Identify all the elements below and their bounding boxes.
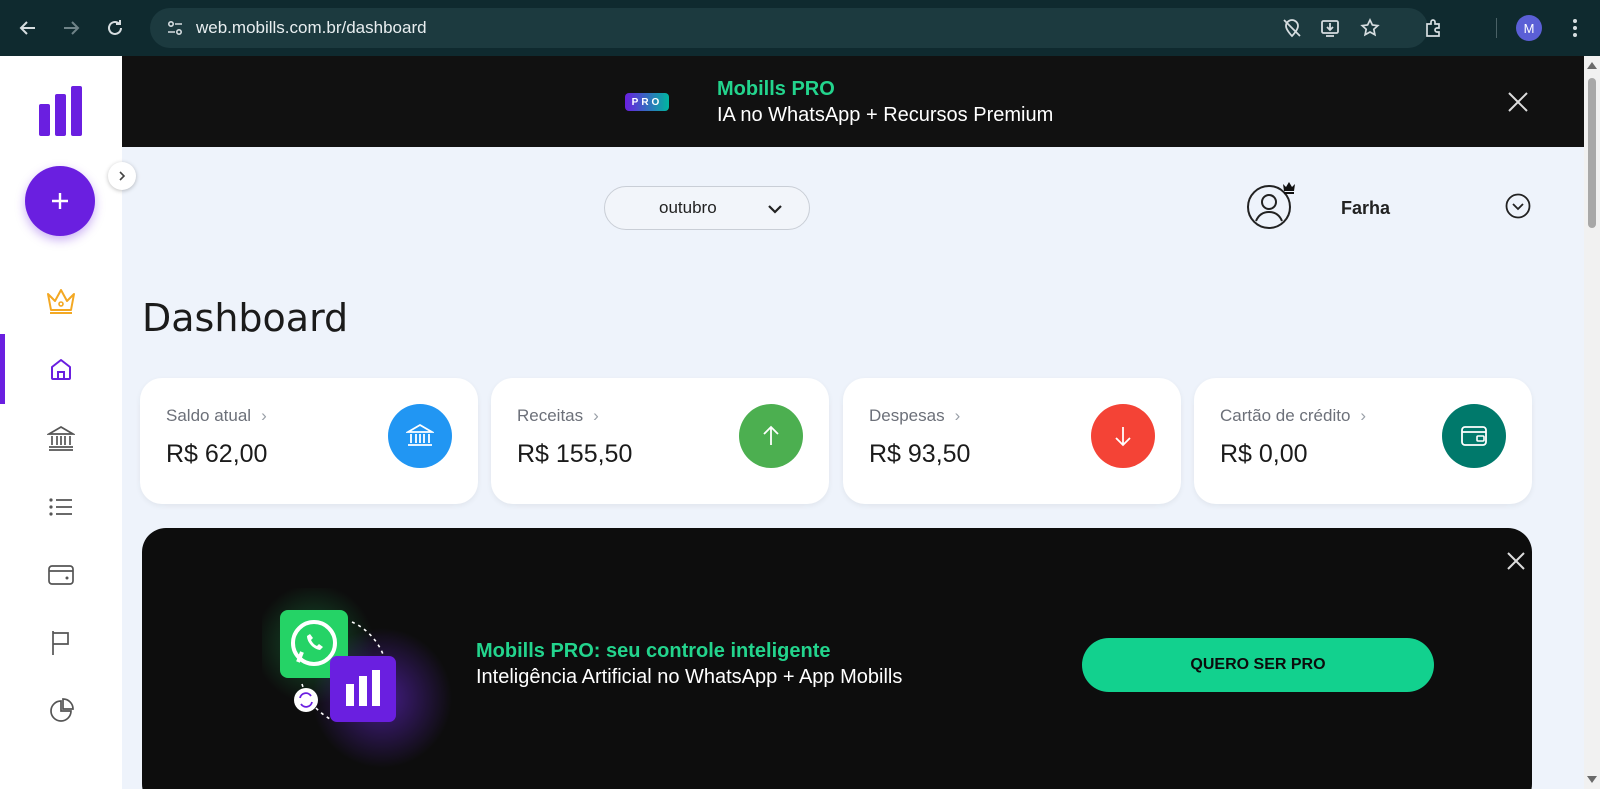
user-name[interactable]: Farha [1341,198,1390,219]
browser-toolbar: web.mobills.com.br/dashboard M [0,0,1600,56]
sidebar-item-home[interactable] [0,344,122,394]
chevron-right-icon: › [954,406,961,425]
reload-icon[interactable] [104,17,126,39]
page-title: Dashboard [142,296,349,340]
bookmark-star-icon[interactable] [1357,15,1383,41]
close-icon[interactable] [1506,90,1530,114]
promo-title: Mobills PRO [717,78,835,100]
pro-banner: Mobills PRO: seu controle inteligente In… [142,528,1532,789]
scroll-up-arrow-icon[interactable] [1587,62,1597,69]
chevron-right-icon: › [1360,406,1367,425]
sidebar-item-cards[interactable] [0,550,122,600]
scroll-down-arrow-icon[interactable] [1587,776,1597,783]
whatsapp-mobills-illustration [254,584,462,768]
month-value: outubro [659,198,717,217]
chevron-down-icon [768,205,782,214]
extensions-icon[interactable] [1420,15,1446,41]
user-menu-button[interactable] [1505,193,1531,219]
promo-subtitle: IA no WhatsApp + Recursos Premium [717,104,1054,126]
page-scrollbar[interactable] [1584,56,1600,789]
main-content: PRO Mobills PRO IA no WhatsApp + Recurso… [122,56,1584,789]
sidebar-item-goals[interactable] [0,618,122,668]
bank-icon [47,426,75,451]
pie-chart-icon [50,698,74,722]
expand-sidebar-button[interactable] [108,162,136,190]
chevron-right-icon: › [593,406,599,425]
chevron-down-circle-icon [1505,193,1531,219]
card-icon [48,565,74,585]
become-pro-button[interactable]: QUERO SER PRO [1082,638,1434,692]
banner-subtitle: Inteligência Artificial no WhatsApp + Ap… [476,666,903,688]
profile-avatar[interactable]: M [1516,15,1542,41]
card-amount: R$ 155,50 [517,440,633,468]
add-transaction-button[interactable] [25,166,95,236]
tracking-off-icon[interactable] [1279,15,1305,41]
url-text[interactable]: web.mobills.com.br/dashboard [196,18,427,38]
site-info-icon[interactable] [164,17,186,39]
card-amount: R$ 0,00 [1220,440,1308,468]
pro-badge: PRO [625,93,669,111]
list-icon [49,498,72,516]
sidebar-item-transactions[interactable] [0,482,122,532]
mobills-logo[interactable] [38,86,84,136]
sidebar-item-accounts[interactable] [0,413,122,463]
banner-title: Mobills PRO: seu controle inteligente [476,640,831,662]
back-icon[interactable] [17,17,39,39]
bank-icon [388,404,452,468]
pro-crown-icon [1282,180,1296,194]
menu-kebab-icon[interactable] [1562,15,1588,41]
card-label[interactable]: Despesas › [869,406,960,426]
card-label[interactable]: Receitas › [517,406,599,426]
toolbar-separator [1496,18,1497,38]
credit-card-card[interactable]: Cartão de crédito › R$ 0,00 [1194,378,1532,504]
sidebar-item-reports[interactable] [0,686,122,736]
address-bar[interactable]: web.mobills.com.br/dashboard [150,8,1428,48]
expenses-card[interactable]: Despesas › R$ 93,50 [843,378,1181,504]
install-app-icon[interactable] [1317,15,1343,41]
arrow-down-icon [1091,404,1155,468]
pro-promo-bar[interactable]: PRO Mobills PRO IA no WhatsApp + Recurso… [122,56,1584,147]
card-amount: R$ 62,00 [166,440,268,468]
sidebar-item-pro[interactable] [0,276,122,326]
income-card[interactable]: Receitas › R$ 155,50 [491,378,829,504]
close-icon[interactable] [1505,550,1527,572]
crown-icon [47,289,75,314]
sidebar [0,56,136,789]
scroll-thumb[interactable] [1588,78,1596,228]
balance-card[interactable]: Saldo atual › R$ 62,00 [140,378,478,504]
card-amount: R$ 93,50 [869,440,971,468]
card-label[interactable]: Saldo atual › [166,406,267,426]
chevron-right-icon [119,171,126,181]
chevron-right-icon: › [261,406,267,425]
month-selector[interactable]: outubro [604,186,810,230]
arrow-up-icon [739,404,803,468]
forward-icon[interactable] [60,17,82,39]
home-icon [51,359,71,380]
wallet-icon [1442,404,1506,468]
flag-icon [52,631,69,655]
card-label[interactable]: Cartão de crédito › [1220,406,1366,426]
